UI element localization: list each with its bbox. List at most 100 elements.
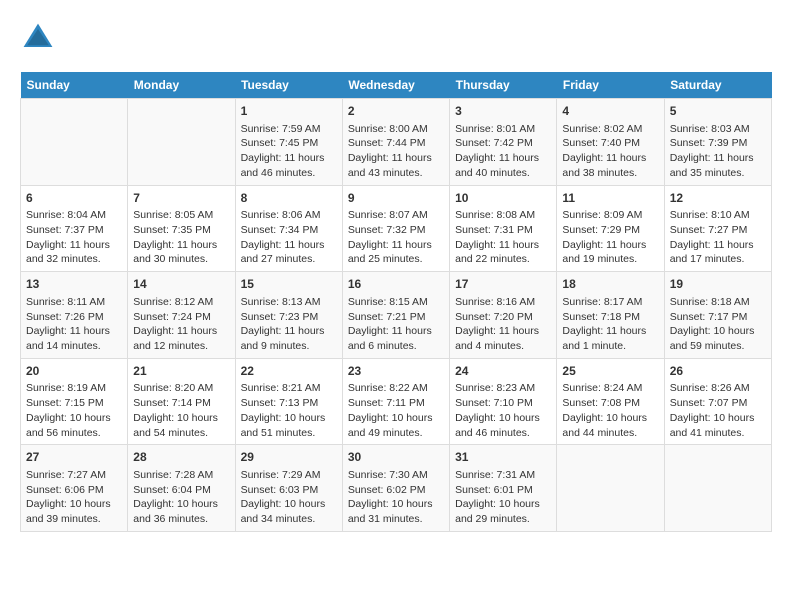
- day-number: 15: [241, 276, 337, 293]
- day-info: Sunrise: 7:30 AM Sunset: 6:02 PM Dayligh…: [348, 468, 444, 527]
- calendar-week-row: 1Sunrise: 7:59 AM Sunset: 7:45 PM Daylig…: [21, 99, 772, 186]
- weekday-row: SundayMondayTuesdayWednesdayThursdayFrid…: [21, 72, 772, 99]
- day-number: 16: [348, 276, 444, 293]
- day-number: 19: [670, 276, 766, 293]
- weekday-header: Friday: [557, 72, 664, 99]
- day-info: Sunrise: 8:07 AM Sunset: 7:32 PM Dayligh…: [348, 208, 444, 267]
- day-number: 14: [133, 276, 229, 293]
- day-number: 26: [670, 363, 766, 380]
- weekday-header: Monday: [128, 72, 235, 99]
- calendar-cell: 6Sunrise: 8:04 AM Sunset: 7:37 PM Daylig…: [21, 185, 128, 272]
- calendar-cell: [128, 99, 235, 186]
- day-info: Sunrise: 7:31 AM Sunset: 6:01 PM Dayligh…: [455, 468, 551, 527]
- day-info: Sunrise: 8:22 AM Sunset: 7:11 PM Dayligh…: [348, 381, 444, 440]
- calendar-cell: 24Sunrise: 8:23 AM Sunset: 7:10 PM Dayli…: [450, 358, 557, 445]
- page-header: [20, 20, 772, 56]
- day-number: 11: [562, 190, 658, 207]
- day-info: Sunrise: 8:10 AM Sunset: 7:27 PM Dayligh…: [670, 208, 766, 267]
- day-info: Sunrise: 8:04 AM Sunset: 7:37 PM Dayligh…: [26, 208, 122, 267]
- day-number: 6: [26, 190, 122, 207]
- day-number: 20: [26, 363, 122, 380]
- calendar-cell: 30 Sunrise: 7:30 AM Sunset: 6:02 PM Dayli…: [342, 445, 449, 532]
- day-info: Sunrise: 8:01 AM Sunset: 7:42 PM Dayligh…: [455, 122, 551, 181]
- calendar-cell: [21, 99, 128, 186]
- day-info: Sunrise: 8:26 AM Sunset: 7:07 PM Dayligh…: [670, 381, 766, 440]
- logo-icon: [20, 20, 56, 56]
- day-info: Sunrise: 8:05 AM Sunset: 7:35 PM Dayligh…: [133, 208, 229, 267]
- day-info: Sunrise: 7:29 AM Sunset: 6:03 PM Dayligh…: [241, 468, 337, 527]
- calendar-cell: 12Sunrise: 8:10 AM Sunset: 7:27 PM Dayli…: [664, 185, 771, 272]
- weekday-header: Saturday: [664, 72, 771, 99]
- day-number: 17: [455, 276, 551, 293]
- calendar-cell: 20Sunrise: 8:19 AM Sunset: 7:15 PM Dayli…: [21, 358, 128, 445]
- day-number: 3: [455, 103, 551, 120]
- day-number: 5: [670, 103, 766, 120]
- day-number: 23: [348, 363, 444, 380]
- calendar-table: SundayMondayTuesdayWednesdayThursdayFrid…: [20, 72, 772, 532]
- calendar-cell: 1Sunrise: 7:59 AM Sunset: 7:45 PM Daylig…: [235, 99, 342, 186]
- logo: [20, 20, 62, 56]
- day-info: Sunrise: 7:28 AM Sunset: 6:04 PM Dayligh…: [133, 468, 229, 527]
- day-info: Sunrise: 7:59 AM Sunset: 7:45 PM Dayligh…: [241, 122, 337, 181]
- weekday-header: Sunday: [21, 72, 128, 99]
- calendar-cell: 3 Sunrise: 8:01 AM Sunset: 7:42 PM Daylig…: [450, 99, 557, 186]
- day-info: Sunrise: 8:19 AM Sunset: 7:15 PM Dayligh…: [26, 381, 122, 440]
- day-info: Sunrise: 8:13 AM Sunset: 7:23 PM Dayligh…: [241, 295, 337, 354]
- calendar-cell: 11Sunrise: 8:09 AM Sunset: 7:29 PM Dayli…: [557, 185, 664, 272]
- day-info: Sunrise: 8:02 AM Sunset: 7:40 PM Dayligh…: [562, 122, 658, 181]
- calendar-cell: 9Sunrise: 8:07 AM Sunset: 7:32 PM Daylig…: [342, 185, 449, 272]
- calendar-week-row: 27Sunrise: 7:27 AM Sunset: 6:06 PM Dayli…: [21, 445, 772, 532]
- day-number: 12: [670, 190, 766, 207]
- day-info: Sunrise: 8:11 AM Sunset: 7:26 PM Dayligh…: [26, 295, 122, 354]
- day-info: Sunrise: 8:03 AM Sunset: 7:39 PM Dayligh…: [670, 122, 766, 181]
- weekday-header: Tuesday: [235, 72, 342, 99]
- day-number: 4: [562, 103, 658, 120]
- day-number: 22: [241, 363, 337, 380]
- calendar-cell: 4 Sunrise: 8:02 AM Sunset: 7:40 PM Daylig…: [557, 99, 664, 186]
- day-info: Sunrise: 8:24 AM Sunset: 7:08 PM Dayligh…: [562, 381, 658, 440]
- calendar-cell: 13Sunrise: 8:11 AM Sunset: 7:26 PM Dayli…: [21, 272, 128, 359]
- day-number: 21: [133, 363, 229, 380]
- day-info: Sunrise: 8:16 AM Sunset: 7:20 PM Dayligh…: [455, 295, 551, 354]
- day-info: Sunrise: 8:12 AM Sunset: 7:24 PM Dayligh…: [133, 295, 229, 354]
- calendar-cell: 16 Sunrise: 8:15 AM Sunset: 7:21 PM Dayli…: [342, 272, 449, 359]
- day-number: 9: [348, 190, 444, 207]
- calendar-cell: 2 Sunrise: 8:00 AM Sunset: 7:44 PM Daylig…: [342, 99, 449, 186]
- calendar-week-row: 13Sunrise: 8:11 AM Sunset: 7:26 PM Dayli…: [21, 272, 772, 359]
- calendar-cell: 8Sunrise: 8:06 AM Sunset: 7:34 PM Daylig…: [235, 185, 342, 272]
- calendar-cell: 22Sunrise: 8:21 AM Sunset: 7:13 PM Dayli…: [235, 358, 342, 445]
- day-info: Sunrise: 8:21 AM Sunset: 7:13 PM Dayligh…: [241, 381, 337, 440]
- weekday-header: Thursday: [450, 72, 557, 99]
- day-info: Sunrise: 8:06 AM Sunset: 7:34 PM Dayligh…: [241, 208, 337, 267]
- day-info: Sunrise: 7:27 AM Sunset: 6:06 PM Dayligh…: [26, 468, 122, 527]
- day-info: Sunrise: 8:15 AM Sunset: 7:21 PM Dayligh…: [348, 295, 444, 354]
- calendar-cell: 25Sunrise: 8:24 AM Sunset: 7:08 PM Dayli…: [557, 358, 664, 445]
- calendar-cell: [557, 445, 664, 532]
- calendar-cell: 21Sunrise: 8:20 AM Sunset: 7:14 PM Dayli…: [128, 358, 235, 445]
- day-info: Sunrise: 8:18 AM Sunset: 7:17 PM Dayligh…: [670, 295, 766, 354]
- day-number: 28: [133, 449, 229, 466]
- day-info: Sunrise: 8:23 AM Sunset: 7:10 PM Dayligh…: [455, 381, 551, 440]
- day-info: Sunrise: 8:20 AM Sunset: 7:14 PM Dayligh…: [133, 381, 229, 440]
- calendar-cell: 5 Sunrise: 8:03 AM Sunset: 7:39 PM Daylig…: [664, 99, 771, 186]
- day-info: Sunrise: 8:17 AM Sunset: 7:18 PM Dayligh…: [562, 295, 658, 354]
- weekday-header: Wednesday: [342, 72, 449, 99]
- calendar-cell: 14 Sunrise: 8:12 AM Sunset: 7:24 PM Dayli…: [128, 272, 235, 359]
- calendar-cell: [664, 445, 771, 532]
- day-number: 10: [455, 190, 551, 207]
- day-number: 2: [348, 103, 444, 120]
- calendar-cell: 19 Sunrise: 8:18 AM Sunset: 7:17 PM Dayli…: [664, 272, 771, 359]
- calendar-header: SundayMondayTuesdayWednesdayThursdayFrid…: [21, 72, 772, 99]
- calendar-cell: 15 Sunrise: 8:13 AM Sunset: 7:23 PM Dayli…: [235, 272, 342, 359]
- calendar-body: 1Sunrise: 7:59 AM Sunset: 7:45 PM Daylig…: [21, 99, 772, 532]
- day-number: 25: [562, 363, 658, 380]
- calendar-cell: 18 Sunrise: 8:17 AM Sunset: 7:18 PM Dayli…: [557, 272, 664, 359]
- calendar-cell: 7Sunrise: 8:05 AM Sunset: 7:35 PM Daylig…: [128, 185, 235, 272]
- day-info: Sunrise: 8:00 AM Sunset: 7:44 PM Dayligh…: [348, 122, 444, 181]
- calendar-cell: 26Sunrise: 8:26 AM Sunset: 7:07 PM Dayli…: [664, 358, 771, 445]
- calendar-cell: 31Sunrise: 7:31 AM Sunset: 6:01 PM Dayli…: [450, 445, 557, 532]
- day-number: 18: [562, 276, 658, 293]
- calendar-cell: 28 Sunrise: 7:28 AM Sunset: 6:04 PM Dayli…: [128, 445, 235, 532]
- day-number: 30: [348, 449, 444, 466]
- calendar-cell: 23Sunrise: 8:22 AM Sunset: 7:11 PM Dayli…: [342, 358, 449, 445]
